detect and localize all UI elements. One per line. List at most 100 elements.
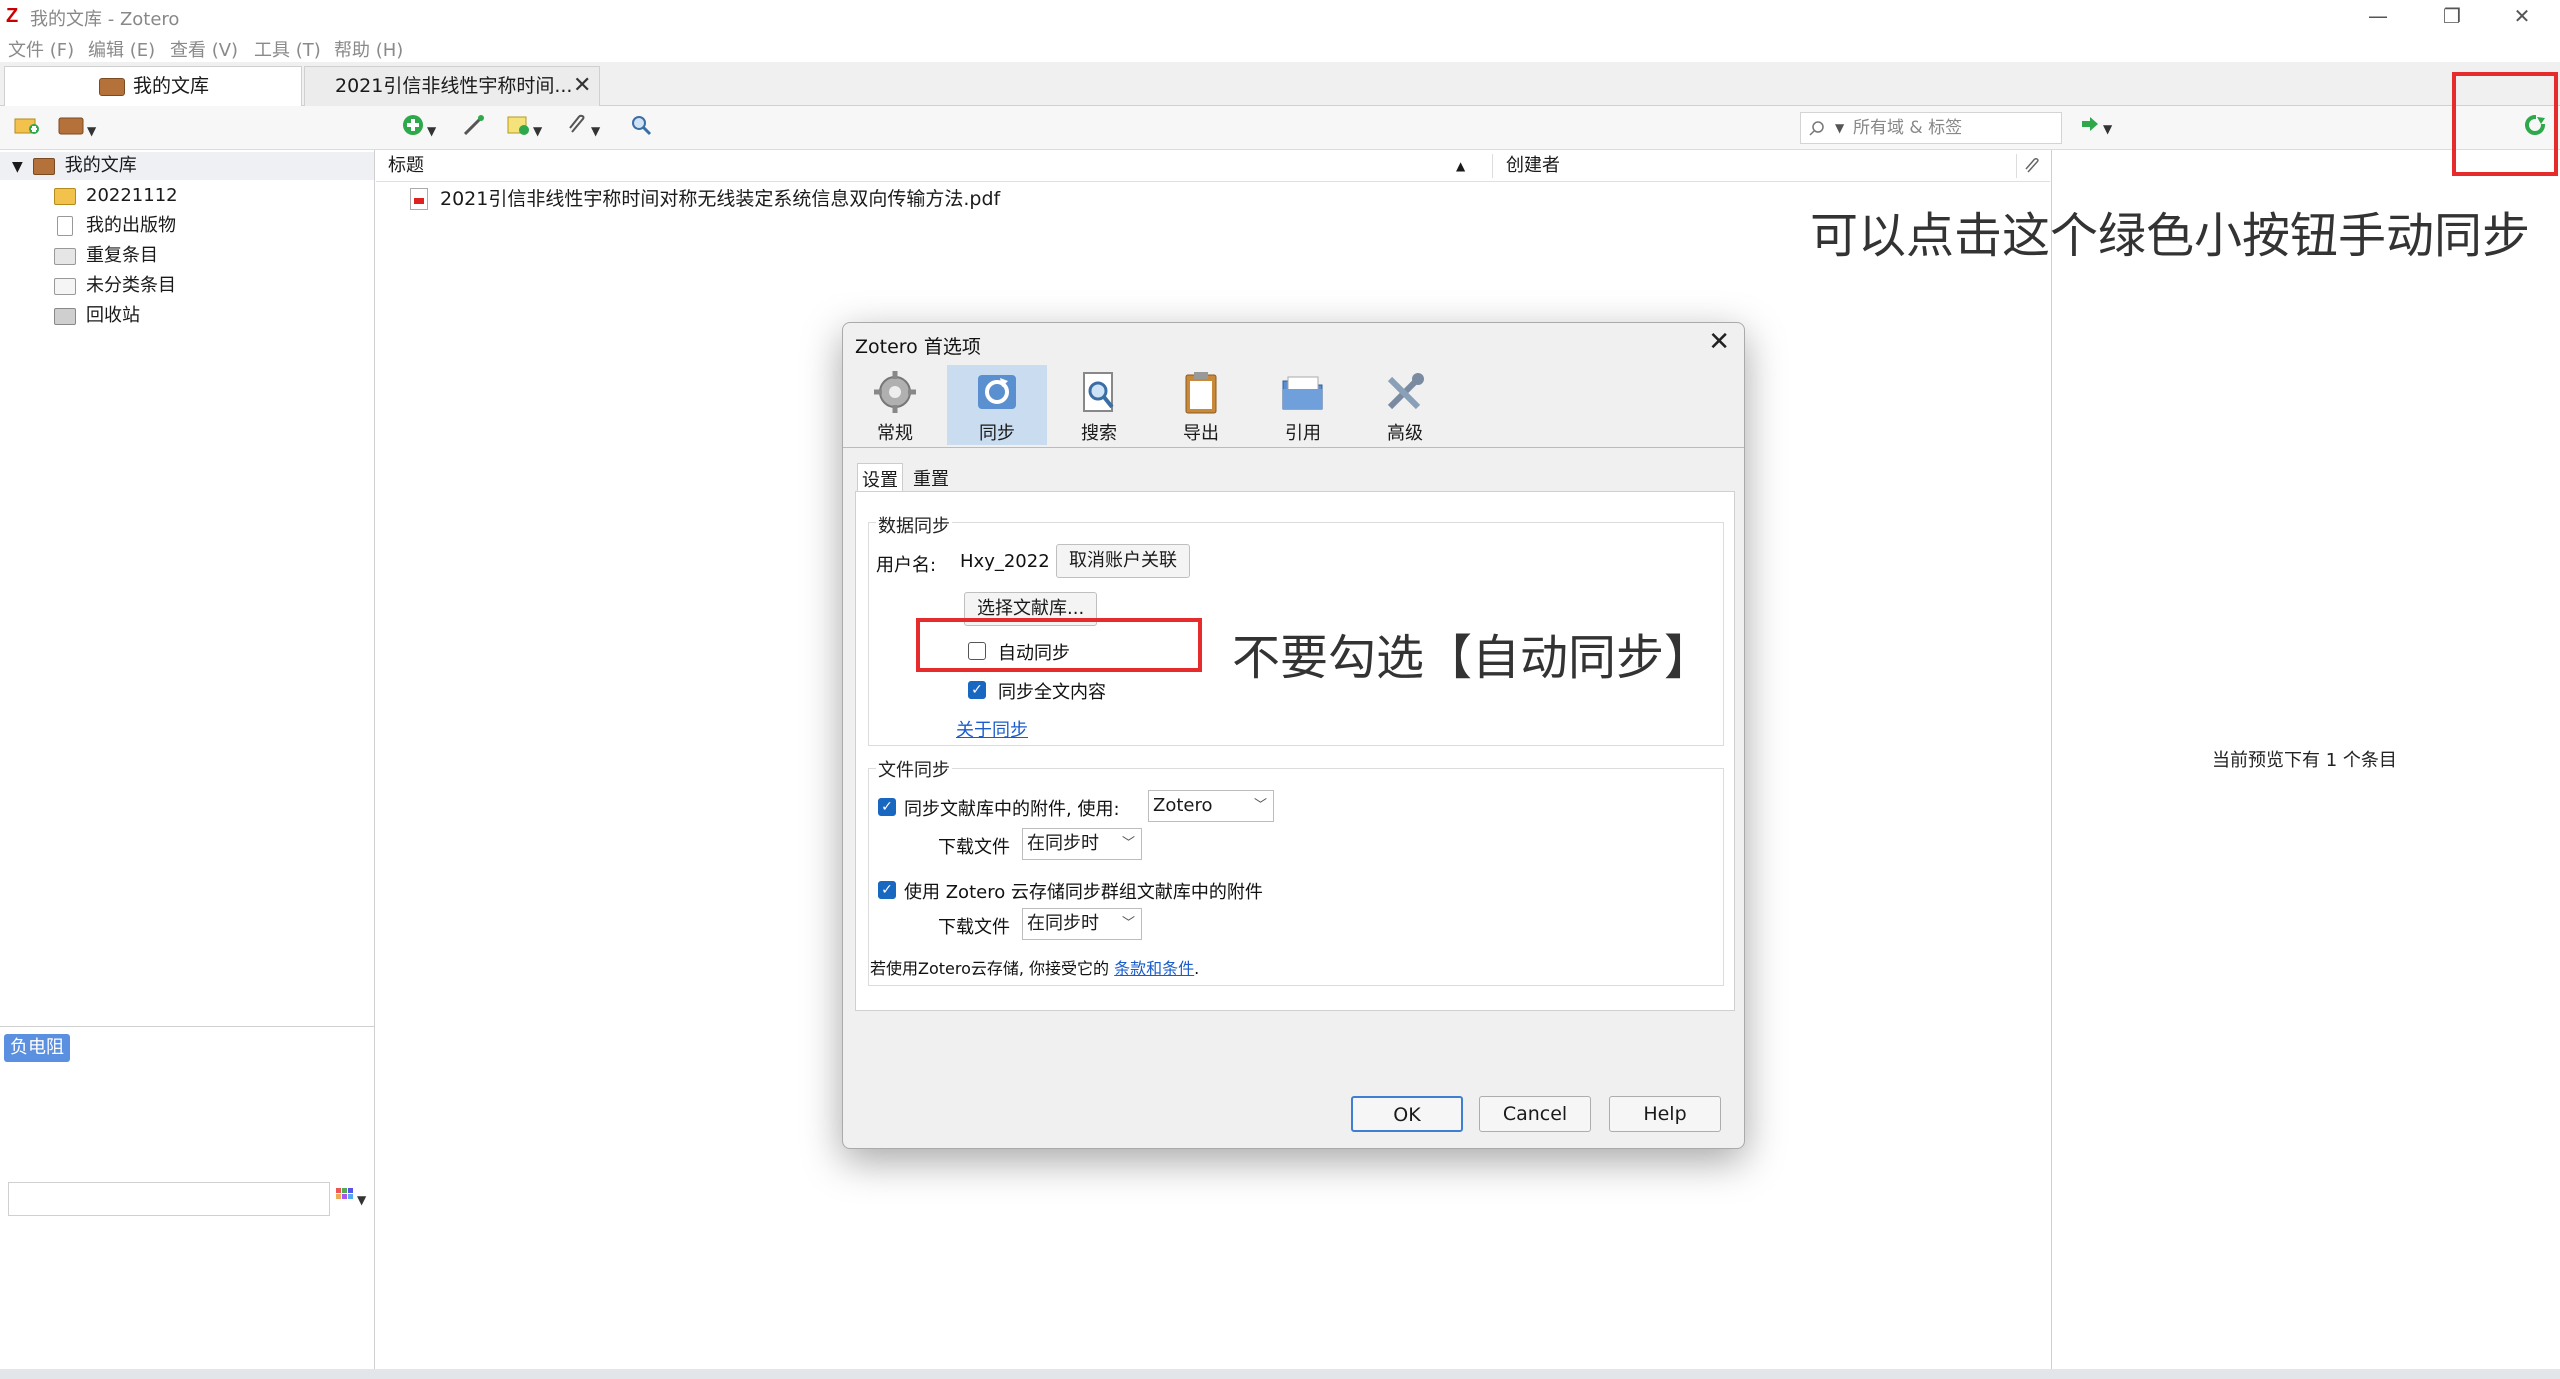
new-collection-button[interactable]: [14, 114, 40, 140]
pane-label: 同步: [979, 423, 1015, 444]
ok-button[interactable]: OK: [1351, 1096, 1463, 1132]
terms-link[interactable]: 条款和条件: [1114, 959, 1194, 978]
window-title: 我的文库 - Zotero: [30, 9, 180, 30]
chevron-down-icon: ▼: [591, 123, 601, 138]
pane-search[interactable]: 搜索: [1049, 365, 1149, 445]
group-download-value: 在同步时: [1027, 913, 1099, 934]
unlink-account-button[interactable]: 取消账户关联: [1056, 544, 1190, 578]
tab-reset[interactable]: 重置: [909, 463, 953, 493]
collection-trash[interactable]: 回收站: [54, 302, 140, 330]
collection-unfiled[interactable]: 未分类条目: [54, 272, 176, 300]
new-item-button[interactable]: ▼: [402, 114, 436, 140]
status-bar: [0, 1369, 2560, 1379]
chevron-down-icon: ﹀: [1121, 836, 1135, 851]
about-sync-link[interactable]: 关于同步: [956, 716, 1028, 742]
title-bar: Z 我的文库 - Zotero — ❐ ✕: [0, 0, 2560, 32]
item-preview-pane: 当前预览下有 1 个条目: [2051, 150, 2560, 1379]
pane-advanced[interactable]: 高级: [1355, 365, 1455, 445]
sync-attachments-checkbox[interactable]: ✓: [878, 798, 896, 816]
minimize-button[interactable]: —: [2348, 0, 2408, 32]
search-mode-chevron-icon[interactable]: ▼: [1835, 113, 1844, 143]
collection-label: 我的出版物: [86, 215, 176, 236]
add-by-identifier-button[interactable]: [462, 114, 486, 140]
arrow-right-icon: [2082, 117, 2098, 131]
pane-label: 搜索: [1081, 423, 1117, 444]
fulltext-sync-checkbox[interactable]: ✓: [968, 681, 986, 699]
library-icon: [32, 157, 55, 175]
tab-my-library[interactable]: 我的文库: [4, 66, 302, 107]
sync-settings-panel: 数据同步 用户名: Hxy_2022 取消账户关联 选择文献库... 自动同步 …: [855, 491, 1735, 1011]
help-button[interactable]: Help: [1609, 1096, 1721, 1132]
collection-20221112[interactable]: 20221112: [54, 182, 178, 210]
dialog-separator: [843, 447, 1744, 448]
pane-cite[interactable]: 引用: [1253, 365, 1353, 445]
tab-label: 2021引信非线性宇称时间...: [335, 75, 573, 97]
tab-close-icon[interactable]: ✕: [573, 67, 591, 105]
sync-attachments-label: 同步文献库中的附件, 使用:: [904, 799, 1120, 820]
pane-sync[interactable]: 同步: [947, 365, 1047, 445]
group-download-select[interactable]: 在同步时 ﹀: [1022, 908, 1142, 940]
advanced-search-button[interactable]: [630, 114, 652, 140]
folder-icon: [54, 187, 76, 205]
chevron-down-icon: ▼: [87, 123, 97, 138]
chevron-down-icon[interactable]: ▼: [12, 159, 23, 175]
tab-settings[interactable]: 设置: [857, 463, 903, 494]
menu-view[interactable]: 查看 (V): [170, 36, 238, 62]
pane-label: 常规: [877, 423, 913, 444]
close-window-button[interactable]: ✕: [2492, 0, 2552, 32]
chevron-down-icon: ▼: [2103, 121, 2113, 136]
menu-help[interactable]: 帮助 (H): [334, 36, 403, 62]
menu-file[interactable]: 文件 (F): [8, 36, 74, 62]
attachment-column-icon[interactable]: [2024, 158, 2040, 174]
document-icon: [57, 216, 73, 236]
main-toolbar: ▼ ▼ ▼ ▼ ▼ 所有域 & 标签 ▼: [0, 106, 2560, 150]
pane-label: 引用: [1285, 423, 1321, 444]
pane-general[interactable]: 常规: [845, 365, 945, 445]
group-sync-label: 使用 Zotero 云存储同步群组文献库中的附件: [904, 882, 1263, 903]
item-title: 2021引信非线性宇称时间对称无线装定系统信息双向传输方法.pdf: [440, 188, 1001, 210]
tab-pdf-reader[interactable]: 2021引信非线性宇称时间... ✕: [304, 66, 600, 106]
group-sync-checkbox[interactable]: ✓: [878, 881, 896, 899]
search-input[interactable]: ▼ 所有域 & 标签: [1800, 112, 2062, 144]
note-icon: [507, 116, 529, 135]
dialog-close-button[interactable]: ✕: [1708, 327, 1730, 357]
items-column-header: 标题 ▲ 创建者: [376, 150, 2050, 182]
restore-button[interactable]: ❐: [2422, 0, 2482, 32]
sort-ascending-icon[interactable]: ▲: [1456, 150, 1465, 182]
add-attachment-button[interactable]: ▼: [566, 114, 600, 140]
sync-service-select[interactable]: Zotero ﹀: [1148, 790, 1274, 822]
table-row[interactable]: 2021引信非线性宇称时间对称无线装定系统信息双向传输方法.pdf: [376, 184, 2050, 214]
fulltext-sync-label: 同步全文内容: [998, 682, 1106, 703]
cancel-button[interactable]: Cancel: [1479, 1096, 1591, 1132]
download-files-value: 在同步时: [1027, 833, 1099, 854]
dialog-title: Zotero 首选项: [855, 336, 981, 358]
new-note-button[interactable]: ▼: [506, 114, 542, 140]
tag-pane-divider: [0, 1026, 375, 1027]
tag-filter-input[interactable]: [8, 1182, 330, 1216]
tab-bar: 我的文库 2021引信非线性宇称时间... ✕: [0, 62, 2560, 107]
menu-tools[interactable]: 工具 (T): [254, 36, 321, 62]
sync-service-value: Zotero: [1153, 795, 1213, 816]
column-creator[interactable]: 创建者: [1506, 150, 1560, 182]
download-files-select[interactable]: 在同步时 ﹀: [1022, 828, 1142, 860]
zotero-logo-icon: Z: [6, 5, 19, 27]
new-library-button[interactable]: ▼: [58, 114, 96, 140]
duplicate-icon: [54, 247, 76, 265]
folder-icon: [1282, 376, 1323, 410]
collection-my-publications[interactable]: 我的出版物: [54, 212, 176, 240]
chevron-down-icon: ▼: [533, 123, 543, 138]
pane-export[interactable]: 导出: [1151, 365, 1251, 445]
tag-chip[interactable]: 负电阻: [4, 1034, 70, 1062]
tag-actions-button[interactable]: ▼: [336, 1188, 366, 1208]
pane-label: 导出: [1183, 423, 1219, 444]
collection-duplicates[interactable]: 重复条目: [54, 242, 158, 270]
collection-label: 回收站: [86, 305, 140, 326]
menu-edit[interactable]: 编辑 (E): [88, 36, 155, 62]
chevron-down-icon: ﹀: [1253, 798, 1267, 813]
locate-button[interactable]: ▼: [2080, 114, 2112, 140]
auto-sync-highlight: [916, 618, 1202, 672]
collection-my-library[interactable]: ▼ 我的文库: [0, 152, 374, 180]
add-item-icon: [403, 115, 423, 135]
column-title[interactable]: 标题: [388, 150, 424, 182]
tab-label: 我的文库: [133, 75, 210, 97]
